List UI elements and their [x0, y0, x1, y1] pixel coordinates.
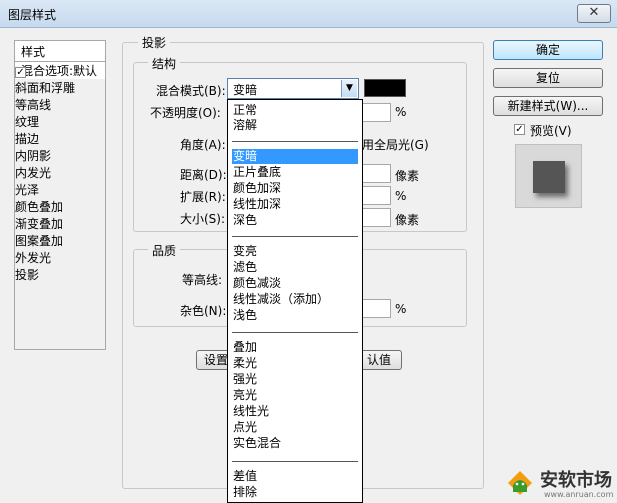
blend-mode-dropdown: 正常 溶解 变暗 正片叠底 颜色加深 线性加深 深色 变亮 滤色 颜色减淡 线性… — [227, 99, 363, 503]
watermark-url: www.anruan.com — [544, 490, 614, 499]
blend-option-difference[interactable]: 差值 — [232, 469, 358, 484]
blend-mode-value: 变暗 — [233, 83, 258, 97]
shadow-color-swatch[interactable] — [364, 79, 406, 97]
sidebar-item-contour[interactable]: 等高线 — [15, 67, 105, 113]
sidebar-item-bevel-emboss[interactable]: 斜面和浮雕 — [15, 67, 105, 96]
reset-button[interactable]: 复位 — [493, 68, 603, 88]
sidebar-item-drop-shadow[interactable]: ✓ 投影 — [15, 67, 105, 283]
global-light-label[interactable]: 用全局光(G) — [362, 136, 429, 153]
close-button[interactable]: ✕ — [577, 4, 611, 23]
noise-unit: % — [395, 302, 407, 316]
noise-input[interactable] — [362, 299, 391, 318]
sidebar-item-label: 混合选项:默认 — [21, 64, 98, 78]
preview-checkbox[interactable]: ✓ — [514, 124, 525, 135]
quality-title: 品质 — [148, 242, 181, 259]
sidebar-item-label: 描边 — [15, 132, 40, 146]
sidebar-item-pattern-overlay[interactable]: 图案叠加 — [15, 67, 105, 249]
opacity-label: 不透明度(O): — [150, 106, 221, 120]
spread-unit: % — [395, 189, 407, 203]
blend-option-screen[interactable]: 滤色 — [232, 260, 358, 275]
blend-option-dissolve[interactable]: 溶解 — [232, 118, 358, 133]
ok-button[interactable]: 确定 — [493, 40, 603, 60]
size-label: 大小(S): — [180, 212, 226, 226]
noise-label: 杂色(N): — [180, 304, 227, 318]
sidebar-item-label: 斜面和浮雕 — [15, 81, 76, 95]
blend-option-darken[interactable]: 变暗 — [232, 149, 358, 164]
sidebar-item-texture[interactable]: 纹理 — [15, 67, 105, 130]
blend-option-linear-light[interactable]: 线性光 — [232, 404, 358, 419]
watermark: 安软市场 www.anruan.com — [500, 462, 617, 503]
preview-square — [533, 161, 565, 193]
size-input[interactable] — [362, 208, 391, 227]
spread-label: 扩展(R): — [180, 190, 226, 204]
style-preview — [515, 144, 582, 208]
blend-option-pin-light[interactable]: 点光 — [232, 420, 358, 435]
distance-input[interactable] — [362, 164, 391, 183]
sidebar-item-label: 渐变叠加 — [15, 217, 64, 231]
dropdown-separator — [232, 236, 358, 237]
dropdown-separator — [232, 332, 358, 333]
blend-option-hard-light[interactable]: 强光 — [232, 372, 358, 387]
title-bar: 图层样式 ✕ — [0, 0, 617, 28]
sidebar-item-label: 光泽 — [15, 183, 40, 197]
blend-option-exclusion[interactable]: 排除 — [232, 485, 358, 500]
sidebar-item-stroke[interactable]: 描边 — [15, 67, 105, 147]
spread-input[interactable] — [362, 186, 391, 205]
opacity-unit: % — [395, 105, 407, 119]
styles-list: 混合选项:默认 斜面和浮雕 等高线 纹理 描边 内阴影 内发光 光泽 颜色叠加 … — [14, 62, 106, 350]
blend-option-color-burn[interactable]: 颜色加深 — [232, 181, 358, 196]
preview-checkbox-row[interactable]: ✓ 预览(V) — [514, 122, 594, 138]
window-title: 图层样式 — [8, 8, 57, 22]
sidebar-item-label: 颜色叠加 — [15, 200, 64, 214]
sidebar-item-label: 等高线 — [15, 98, 52, 112]
blend-option-lighter-color[interactable]: 浅色 — [232, 308, 358, 323]
styles-header[interactable]: 样式 — [14, 40, 106, 62]
angle-label: 角度(A): — [180, 138, 226, 152]
blend-option-darker-color[interactable]: 深色 — [232, 213, 358, 228]
sidebar-item-satin[interactable]: 光泽 — [15, 67, 105, 198]
sidebar-item-color-overlay[interactable]: 颜色叠加 — [15, 67, 105, 215]
size-unit: 像素 — [395, 213, 420, 227]
structure-title: 结构 — [148, 55, 181, 72]
blend-option-multiply[interactable]: 正片叠底 — [232, 165, 358, 180]
blend-option-normal[interactable]: 正常 — [232, 103, 358, 118]
sidebar-item-label: 投影 — [15, 268, 40, 282]
android-logo-icon — [508, 471, 532, 495]
blend-option-lighten[interactable]: 变亮 — [232, 244, 358, 259]
styles-sidebar: 样式 — [14, 40, 106, 62]
blend-mode-select[interactable]: 变暗 ▼ — [227, 78, 359, 99]
dropdown-separator — [232, 141, 358, 142]
sidebar-item-inner-glow[interactable]: 内发光 — [15, 67, 105, 181]
preview-label: 预览(V) — [530, 124, 572, 138]
checkbox-checked[interactable]: ✓ — [15, 67, 26, 78]
chevron-down-icon[interactable]: ▼ — [341, 80, 357, 97]
blend-option-linear-burn[interactable]: 线性加深 — [232, 197, 358, 212]
sidebar-item-label: 内阴影 — [15, 149, 52, 163]
watermark-brand: 安软市场 — [540, 470, 612, 491]
sidebar-item-label: 图案叠加 — [15, 234, 64, 248]
new-style-button[interactable]: 新建样式(W)... — [493, 96, 603, 116]
close-icon: ✕ — [588, 5, 600, 20]
sidebar-item-label: 内发光 — [15, 166, 52, 180]
blend-option-overlay[interactable]: 叠加 — [232, 340, 358, 355]
distance-unit: 像素 — [395, 169, 420, 183]
sidebar-item-outer-glow[interactable]: 外发光 — [15, 67, 105, 266]
blend-option-color-dodge[interactable]: 颜色减淡 — [232, 276, 358, 291]
panel-title: 投影 — [138, 34, 171, 51]
blend-option-vivid-light[interactable]: 亮光 — [232, 388, 358, 403]
blend-option-soft-light[interactable]: 柔光 — [232, 356, 358, 371]
distance-label: 距离(D): — [180, 168, 227, 182]
sidebar-item-inner-shadow[interactable]: 内阴影 — [15, 67, 105, 164]
blend-option-linear-dodge[interactable]: 线性减淡（添加） — [232, 292, 358, 307]
dropdown-separator — [232, 461, 358, 462]
sidebar-item-label: 外发光 — [15, 251, 52, 265]
sidebar-item-blending-options[interactable]: 混合选项:默认 — [15, 62, 105, 79]
sidebar-item-gradient-overlay[interactable]: 渐变叠加 — [15, 67, 105, 232]
blend-mode-label: 混合模式(B): — [156, 84, 226, 98]
opacity-input[interactable] — [362, 103, 391, 122]
blend-option-hard-mix[interactable]: 实色混合 — [232, 436, 358, 451]
sidebar-item-label: 纹理 — [15, 115, 40, 129]
contour-label: 等高线: — [182, 273, 223, 287]
